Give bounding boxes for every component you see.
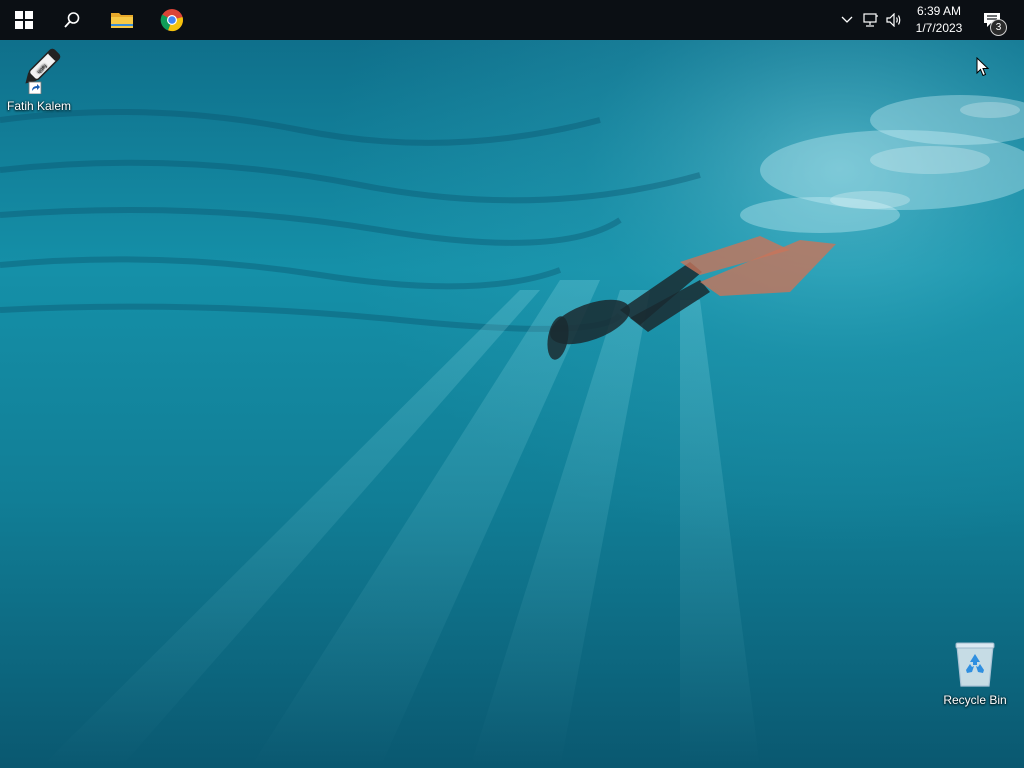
taskbar-file-explorer[interactable] xyxy=(98,0,146,40)
windows-logo-icon xyxy=(15,11,33,29)
chevron-up-icon xyxy=(841,16,853,23)
taskbar-chrome[interactable] xyxy=(148,0,196,40)
volume-icon xyxy=(886,13,901,27)
desktop-icon-label: Recycle Bin xyxy=(943,693,1007,707)
clock-time: 6:39 AM xyxy=(916,4,962,18)
notification-count-badge: 3 xyxy=(990,19,1007,36)
search-icon xyxy=(64,12,80,28)
volume-tray-button[interactable] xyxy=(884,0,904,40)
mouse-cursor-icon xyxy=(976,57,990,77)
folder-icon xyxy=(111,13,133,28)
start-button[interactable] xyxy=(0,0,48,40)
clock-date: 1/7/2023 xyxy=(915,21,963,35)
desktop-icon-label: Fatih Kalem xyxy=(6,99,72,113)
chrome-icon xyxy=(160,9,183,32)
show-hidden-icons-button[interactable] xyxy=(838,0,856,40)
pen-shortcut-icon: fatih xyxy=(25,48,61,95)
underwater-wallpaper xyxy=(0,0,1024,768)
network-tray-button[interactable] xyxy=(861,0,881,40)
desktop-icon-recycle-bin[interactable]: Recycle Bin xyxy=(937,640,1013,707)
search-button[interactable] xyxy=(48,0,96,40)
taskbar-clock[interactable]: 6:39 AM 1/7/2023 xyxy=(906,0,972,40)
network-icon xyxy=(863,13,878,27)
desktop-screen: 6:39 AM 1/7/2023 3 fatih Fatih Kalem Rec… xyxy=(0,0,1024,768)
desktop-icon-fatih-kalem[interactable]: fatih Fatih Kalem xyxy=(1,46,77,113)
taskbar: 6:39 AM 1/7/2023 3 xyxy=(0,0,1024,40)
recycle-bin-icon xyxy=(955,642,995,687)
